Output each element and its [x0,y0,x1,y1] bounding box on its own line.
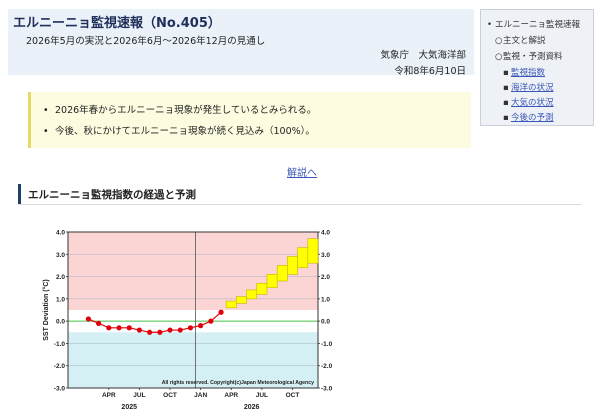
x-tick-label: APR [224,392,238,399]
observed-point [187,325,194,331]
toc-item-materials: ○監視・予測資料 [495,52,563,62]
observed-point [126,325,132,331]
observed-point [208,318,214,324]
y-tick-label-left: 3.0 [56,252,65,259]
y-tick-label-right: 3.0 [321,252,330,259]
observed-point [106,325,112,331]
toc-item-main-text: ○主文と解説 [495,36,546,46]
forecast-range-box [307,238,319,264]
observed-point [157,329,163,335]
y-tick-label-left: 2.0 [56,274,65,281]
x-tick-label: JUL [133,392,145,399]
forecast-range-box [266,274,278,289]
summary-item: • 今後、秋にかけてエルニーニョ現象が続く見込み（100%）。 [43,126,315,137]
section-divider [18,204,582,205]
y-tick-label-right: 4.0 [321,230,330,237]
explanation-link[interactable]: 解説へ [287,164,317,179]
toc-link-forecast[interactable]: ▪ 今後の予測 [503,111,554,123]
observed-point [198,323,204,329]
section-accent-bar [18,184,21,204]
y-tick-label-right: -2.0 [321,363,333,370]
forecast-range-box [287,256,298,275]
observed-point [177,327,183,333]
observed-point [85,316,92,322]
x-tick-label: OCT [163,392,177,399]
toc-link-monitoring-index[interactable]: ▪ 監視指数 [503,66,545,78]
sst-deviation-chart: 4.0 4.0 3.0 3.0 2.0 2.0 1.0 1.0 0.0 0.0 -1.0 -1.0 -2… [42,230,333,412]
forecast-range-box [276,265,288,282]
forecast-range-box [225,300,237,309]
toc-link-atmosphere-status[interactable]: ▪ 大気の状況 [503,96,554,108]
y-axis-label: SST Deviation (°C) [42,279,50,341]
toc-link-ocean-status[interactable]: ▪ 海洋の状況 [503,81,554,93]
table-of-contents: • エルニーニョ監視速報 ○主文と解説 ○監視・予測資料 ▪ 監視指数 ▪ 海洋の状況… [480,9,594,126]
y-tick-label-left: 0.0 [56,319,65,326]
x-tick-label: OCT [286,392,300,399]
observed-point [136,327,143,333]
x-tick-label: APR [102,392,116,399]
copyright-credit: All rights reserved. Copyright(c)Japan M… [162,380,314,386]
y-tick-label-right: 2.0 [321,274,330,281]
summary-item: • 2026年春からエルニーニョ現象が発生しているとみられる。 [43,105,317,116]
year-label: 2026 [244,404,260,411]
issuer-label: 気象庁 大気海洋部 [380,50,466,61]
page-subtitle: 2026年5月の実況と2026年6月～2026年12月の見通し [26,36,266,47]
y-tick-label-left: 1.0 [56,296,65,303]
y-tick-label-left: -2.0 [54,363,66,370]
forecast-range-box [236,296,247,304]
observed-point [147,329,153,335]
toc-item-monitoring-report: • エルニーニョ監視速報 [487,20,581,30]
y-tick-label-right: 0.0 [321,319,330,326]
section-title: エルニーニョ監視指数の経過と予測 [28,189,196,201]
x-tick-label: JUL [256,392,268,399]
forecast-range-box [246,289,258,300]
observed-point [218,309,224,315]
y-tick-label-left: 4.0 [56,230,65,237]
y-tick-label-right: 1.0 [321,296,330,303]
y-tick-label-right: -3.0 [321,386,333,393]
y-tick-label-left: -3.0 [54,386,66,393]
y-tick-label-right: -1.0 [321,341,333,348]
observed-point [116,325,122,331]
forecast-range-box [297,247,309,268]
y-tick-label-left: -1.0 [54,341,66,348]
x-tick-label: JAN [194,392,207,399]
observed-point [167,327,173,333]
issue-date: 令和8年6月10日 [394,66,466,77]
summary-box: • 2026年春からエルニーニョ現象が発生しているとみられる。 • 今後、秋にかけて… [28,92,471,148]
section-heading: エルニーニョ監視指数の経過と予測 [18,184,582,205]
page-title: エルニーニョ監視速報（No.405） [13,16,221,31]
chart-plot-area: 4.0 4.0 3.0 3.0 2.0 2.0 1.0 1.0 0.0 0.0 -1.0 -1.0 -2… [42,230,333,412]
forecast-range-box [256,282,268,295]
year-label: 2025 [121,404,137,411]
observed-point [96,320,102,326]
